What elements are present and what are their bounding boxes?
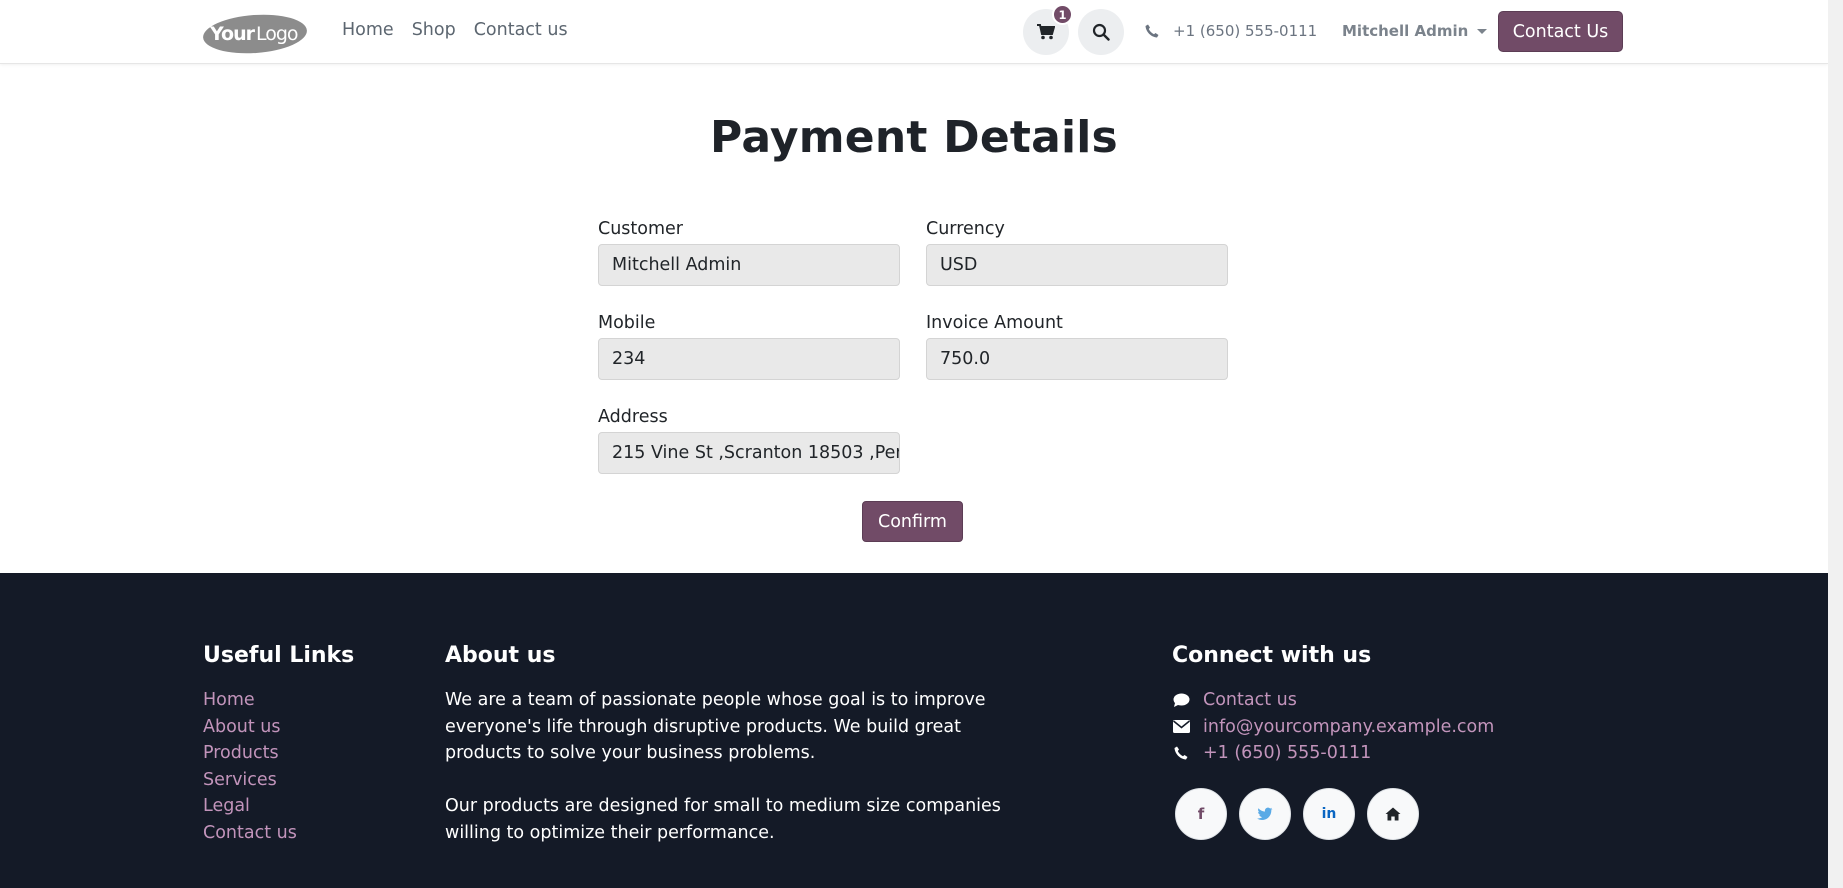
confirm-button[interactable]: Confirm	[862, 501, 963, 542]
connect-heading: Connect with us	[1172, 643, 1372, 668]
connect-list: Contact us info@yourcompany.example.com …	[1172, 687, 1494, 767]
address-label: Address	[598, 407, 668, 427]
social-links: f in	[1175, 788, 1419, 840]
useful-links-heading: Useful Links	[203, 643, 355, 668]
chevron-down-icon	[1477, 28, 1488, 34]
svg-text:Logo: Logo	[256, 23, 298, 45]
page-scrollbar[interactable]	[1828, 0, 1843, 888]
footer-link-products[interactable]: Products	[203, 740, 297, 767]
currency-label: Currency	[926, 219, 1005, 239]
mobile-field[interactable]: 234	[598, 338, 900, 380]
svg-text:Your: Your	[209, 23, 256, 45]
search-button[interactable]	[1078, 9, 1124, 55]
connect-phone[interactable]: +1 (650) 555-0111	[1172, 740, 1494, 767]
linkedin-icon: in	[1321, 806, 1337, 822]
phone-icon	[1172, 746, 1190, 760]
nav-shop[interactable]: Shop	[412, 20, 456, 40]
user-name: Mitchell Admin	[1342, 22, 1469, 40]
useful-links-list: Home About us Products Services Legal Co…	[203, 687, 297, 846]
main-nav: Home Shop Contact us	[342, 20, 568, 40]
site-header: Your Logo Home Shop Contact us 1 +1 (650…	[0, 0, 1828, 64]
footer-link-legal[interactable]: Legal	[203, 793, 297, 820]
search-icon	[1092, 23, 1110, 41]
invoice-amount-label: Invoice Amount	[926, 313, 1063, 333]
twitter-icon	[1257, 807, 1273, 820]
customer-label: Customer	[598, 219, 684, 239]
connect-contact-label: Contact us	[1203, 690, 1297, 711]
connect-email[interactable]: info@yourcompany.example.com	[1172, 714, 1494, 741]
facebook-icon: f	[1197, 805, 1205, 823]
address-field[interactable]: 215 Vine St ,Scranton 18503 ,Pennsylvani…	[598, 432, 900, 474]
cart-count-badge: 1	[1052, 4, 1073, 25]
cart-icon	[1037, 24, 1055, 40]
page-title: Payment Details	[710, 112, 1118, 163]
twitter-button[interactable]	[1239, 788, 1291, 840]
home-button[interactable]	[1367, 788, 1419, 840]
company-logo[interactable]: Your Logo	[202, 12, 308, 54]
home-icon	[1385, 807, 1401, 821]
header-phone-number: +1 (650) 555-0111	[1173, 22, 1318, 40]
customer-field[interactable]: Mitchell Admin	[598, 244, 900, 286]
linkedin-button[interactable]: in	[1303, 788, 1355, 840]
footer-link-home[interactable]: Home	[203, 687, 297, 714]
footer-link-services[interactable]: Services	[203, 767, 297, 794]
footer-link-contact-us[interactable]: Contact us	[203, 820, 297, 847]
contact-us-button[interactable]: Contact Us	[1498, 11, 1623, 52]
nav-home[interactable]: Home	[342, 20, 394, 40]
mobile-label: Mobile	[598, 313, 656, 333]
nav-contact-us[interactable]: Contact us	[474, 20, 568, 40]
facebook-button[interactable]: f	[1175, 788, 1227, 840]
about-paragraph-2: Our products are designed for small to m…	[445, 796, 1001, 843]
connect-phone-label: +1 (650) 555-0111	[1203, 743, 1372, 764]
about-paragraph-1: We are a team of passionate people whose…	[445, 690, 986, 763]
currency-field[interactable]: USD	[926, 244, 1228, 286]
footer-link-about-us[interactable]: About us	[203, 714, 297, 741]
site-footer: Useful Links Home About us Products Serv…	[0, 573, 1828, 888]
header-phone[interactable]: +1 (650) 555-0111	[1145, 22, 1317, 40]
connect-email-label: info@yourcompany.example.com	[1203, 716, 1495, 737]
connect-contact-us[interactable]: Contact us	[1172, 687, 1494, 714]
invoice-amount-field[interactable]: 750.0	[926, 338, 1228, 380]
about-us-text: We are a team of passionate people whose…	[445, 687, 1015, 846]
comment-icon	[1172, 693, 1190, 708]
phone-icon	[1145, 24, 1159, 38]
user-menu-dropdown[interactable]: Mitchell Admin	[1342, 22, 1488, 40]
about-us-heading: About us	[445, 643, 556, 668]
envelope-icon	[1172, 720, 1190, 734]
